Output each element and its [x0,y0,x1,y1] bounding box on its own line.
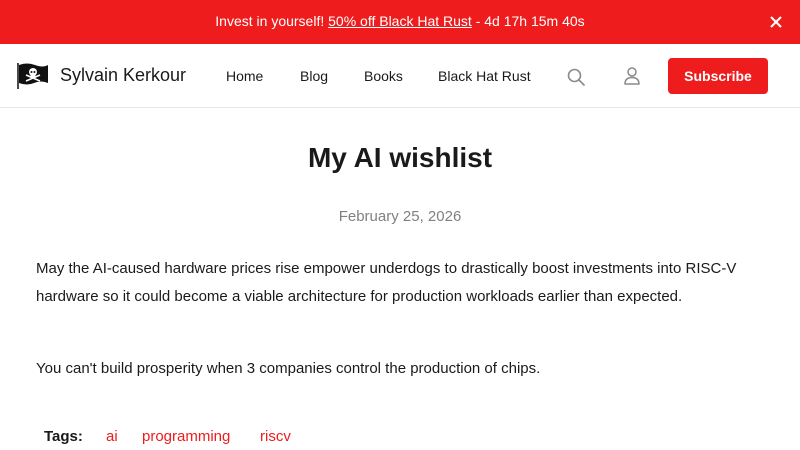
nav-black-hat-rust[interactable]: Black Hat Rust [438,68,531,84]
user-icon[interactable] [622,66,642,86]
subscribe-button[interactable]: Subscribe [668,58,768,94]
tag-programming[interactable]: programming [142,428,230,445]
promo-link[interactable]: 50% off Black Hat Rust [328,13,472,29]
site-header: Sylvain Kerkour Home Blog Books Black Ha… [0,44,800,108]
post-paragraph: You can't build prosperity when 3 compan… [36,360,541,377]
nav-blog[interactable]: Blog [300,68,328,84]
tags-label: Tags: [44,428,83,445]
tag-riscv[interactable]: riscv [260,428,291,445]
pirate-flag-icon[interactable] [17,61,49,89]
page-title: My AI wishlist [307,142,493,173]
post-date: February 25, 2026 [338,208,462,225]
nav-books[interactable]: Books [364,68,403,84]
promo-banner: Invest in yourself! 50% off Black Hat Ru… [0,0,800,44]
nav-home[interactable]: Home [226,68,263,84]
promo-text: Invest in yourself! 50% off Black Hat Ru… [0,13,800,29]
tag-ai[interactable]: ai [106,428,118,445]
promo-countdown: - 4d 17h 15m 40s [475,13,585,29]
promo-lead: Invest in yourself! [215,13,325,29]
search-icon[interactable] [566,67,586,87]
post-paragraph: May the AI-caused hardware prices rise e… [36,260,737,305]
close-icon[interactable] [768,14,784,30]
site-name[interactable]: Sylvain Kerkour [60,65,186,86]
